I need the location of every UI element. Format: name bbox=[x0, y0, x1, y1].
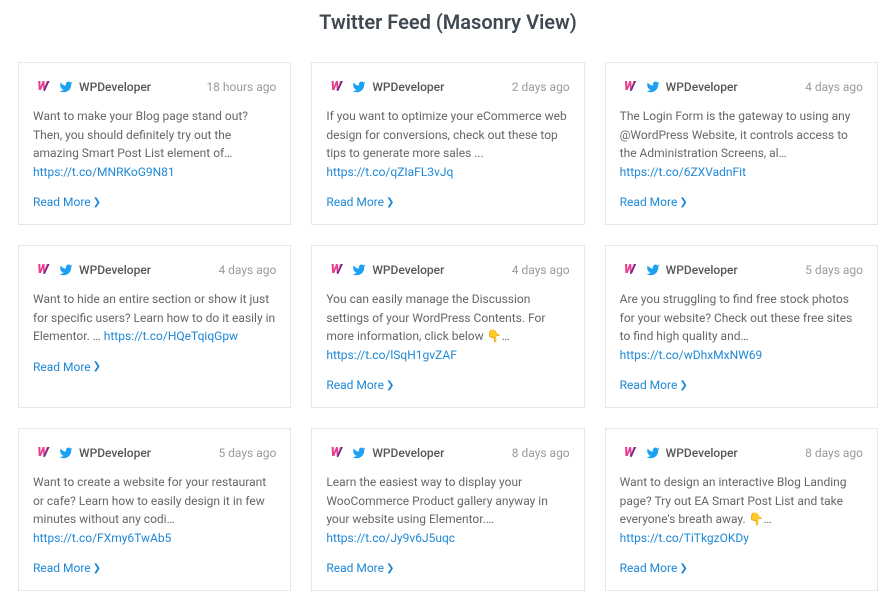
chevron-right-icon: ❯ bbox=[93, 359, 101, 375]
chevron-right-icon: ❯ bbox=[679, 195, 687, 211]
tweet-card: W/WPDeveloper 4 days ago The Login Form is… bbox=[605, 62, 878, 225]
twitter-icon bbox=[59, 446, 73, 460]
tweet-header: W/WPDeveloper 5 days ago bbox=[33, 443, 276, 463]
tweet-text: Want to design an interactive Blog Landi… bbox=[620, 473, 863, 547]
tweet-handle[interactable]: WPDeveloper bbox=[372, 78, 444, 97]
avatar: W/ bbox=[33, 77, 53, 97]
chevron-right-icon: ❯ bbox=[679, 561, 687, 577]
tweet-link[interactable]: https://t.co/lSqH1gvZAF bbox=[326, 348, 457, 362]
tweet-header: W/WPDeveloper 8 days ago bbox=[620, 443, 863, 463]
tweet-handle[interactable]: WPDeveloper bbox=[372, 261, 444, 280]
tweet-link[interactable]: https://t.co/qZIaFL3vJq bbox=[326, 165, 453, 179]
twitter-icon bbox=[646, 446, 660, 460]
tweet-link[interactable]: https://t.co/FXmy6TwAb5 bbox=[33, 531, 171, 545]
tweet-card: W/WPDeveloper 5 days ago Want to create a … bbox=[18, 428, 291, 591]
tweet-handle[interactable]: WPDeveloper bbox=[666, 444, 738, 463]
tweet-link[interactable]: https://t.co/Jy9v6J5uqc bbox=[326, 531, 455, 545]
tweet-time: 4 days ago bbox=[218, 261, 276, 280]
avatar: W/ bbox=[33, 260, 53, 280]
twitter-icon bbox=[352, 446, 366, 460]
chevron-right-icon: ❯ bbox=[93, 561, 101, 577]
tweet-time: 18 hours ago bbox=[206, 78, 276, 97]
tweet-card: W/WPDeveloper 4 days ago Want to hide an e… bbox=[18, 245, 291, 408]
tweet-link[interactable]: https://t.co/TiTkgzOKDy bbox=[620, 531, 749, 545]
tweet-time: 8 days ago bbox=[512, 444, 570, 463]
tweet-handle[interactable]: WPDeveloper bbox=[372, 444, 444, 463]
twitter-icon bbox=[352, 80, 366, 94]
tweet-handle[interactable]: WPDeveloper bbox=[666, 78, 738, 97]
read-more-link[interactable]: Read More ❯ bbox=[33, 193, 101, 212]
pointing-hand-icon: 👇 bbox=[487, 327, 502, 346]
tweet-card: W/WPDeveloper 8 days ago Want to design an… bbox=[605, 428, 878, 591]
tweet-card: W/WPDeveloper 18 hours ago Want to make yo… bbox=[18, 62, 291, 225]
tweet-text: Want to create a website for your restau… bbox=[33, 473, 276, 547]
chevron-right-icon: ❯ bbox=[386, 378, 394, 394]
tweet-handle[interactable]: WPDeveloper bbox=[79, 261, 151, 280]
tweet-time: 5 days ago bbox=[218, 444, 276, 463]
twitter-icon bbox=[352, 263, 366, 277]
page-title: Twitter Feed (Masonry View) bbox=[18, 10, 878, 34]
read-more-link[interactable]: Read More ❯ bbox=[33, 358, 101, 377]
tweet-header: W/WPDeveloper 8 days ago bbox=[326, 443, 569, 463]
read-more-link[interactable]: Read More ❯ bbox=[620, 559, 688, 578]
read-more-link[interactable]: Read More ❯ bbox=[326, 376, 394, 395]
avatar: W/ bbox=[326, 260, 346, 280]
tweet-link[interactable]: https://t.co/HQeTqiqGpw bbox=[104, 329, 238, 343]
twitter-icon bbox=[646, 80, 660, 94]
avatar: W/ bbox=[33, 443, 53, 463]
read-more-link[interactable]: Read More ❯ bbox=[326, 193, 394, 212]
tweet-card: W/WPDeveloper 5 days ago Are you strugglin… bbox=[605, 245, 878, 408]
tweet-header: W/WPDeveloper 4 days ago bbox=[620, 77, 863, 97]
twitter-icon bbox=[59, 80, 73, 94]
tweet-card: W/WPDeveloper 2 days ago If you want to op… bbox=[311, 62, 584, 225]
chevron-right-icon: ❯ bbox=[679, 378, 687, 394]
tweet-card: W/WPDeveloper 4 days ago You can easily ma… bbox=[311, 245, 584, 408]
tweet-time: 8 days ago bbox=[805, 444, 863, 463]
tweet-header: W/WPDeveloper 18 hours ago bbox=[33, 77, 276, 97]
avatar: W/ bbox=[620, 260, 640, 280]
pointing-hand-icon: 👇 bbox=[749, 510, 764, 529]
chevron-right-icon: ❯ bbox=[93, 195, 101, 211]
tweet-text: Want to make your Blog page stand out? T… bbox=[33, 107, 276, 181]
twitter-icon bbox=[646, 263, 660, 277]
tweet-time: 4 days ago bbox=[805, 78, 863, 97]
tweet-card: W/WPDeveloper 8 days ago Learn the easiest… bbox=[311, 428, 584, 591]
tweet-grid: W/WPDeveloper 18 hours ago Want to make yo… bbox=[18, 62, 878, 591]
tweet-header: W/WPDeveloper 5 days ago bbox=[620, 260, 863, 280]
read-more-link[interactable]: Read More ❯ bbox=[33, 559, 101, 578]
tweet-handle[interactable]: WPDeveloper bbox=[79, 444, 151, 463]
avatar: W/ bbox=[620, 77, 640, 97]
tweet-text: You can easily manage the Discussion set… bbox=[326, 290, 569, 364]
tweet-handle[interactable]: WPDeveloper bbox=[666, 261, 738, 280]
tweet-handle[interactable]: WPDeveloper bbox=[79, 78, 151, 97]
read-more-link[interactable]: Read More ❯ bbox=[620, 193, 688, 212]
tweet-header: W/WPDeveloper 2 days ago bbox=[326, 77, 569, 97]
tweet-text: If you want to optimize your eCommerce w… bbox=[326, 107, 569, 181]
tweet-time: 5 days ago bbox=[805, 261, 863, 280]
tweet-link[interactable]: https://t.co/6ZXVadnFit bbox=[620, 165, 746, 179]
tweet-text: Are you struggling to find free stock ph… bbox=[620, 290, 863, 364]
avatar: W/ bbox=[326, 443, 346, 463]
read-more-link[interactable]: Read More ❯ bbox=[326, 559, 394, 578]
tweet-link[interactable]: https://t.co/wDhxMxNW69 bbox=[620, 348, 763, 362]
avatar: W/ bbox=[620, 443, 640, 463]
tweet-link[interactable]: https://t.co/MNRKoG9N81 bbox=[33, 165, 175, 179]
tweet-time: 2 days ago bbox=[512, 78, 570, 97]
read-more-link[interactable]: Read More ❯ bbox=[620, 376, 688, 395]
tweet-text: Want to hide an entire section or show i… bbox=[33, 290, 276, 346]
tweet-text: The Login Form is the gateway to using a… bbox=[620, 107, 863, 181]
chevron-right-icon: ❯ bbox=[386, 561, 394, 577]
twitter-icon bbox=[59, 263, 73, 277]
chevron-right-icon: ❯ bbox=[386, 195, 394, 211]
tweet-header: W/WPDeveloper 4 days ago bbox=[33, 260, 276, 280]
tweet-text: Learn the easiest way to display your Wo… bbox=[326, 473, 569, 547]
tweet-header: W/WPDeveloper 4 days ago bbox=[326, 260, 569, 280]
tweet-time: 4 days ago bbox=[512, 261, 570, 280]
avatar: W/ bbox=[326, 77, 346, 97]
